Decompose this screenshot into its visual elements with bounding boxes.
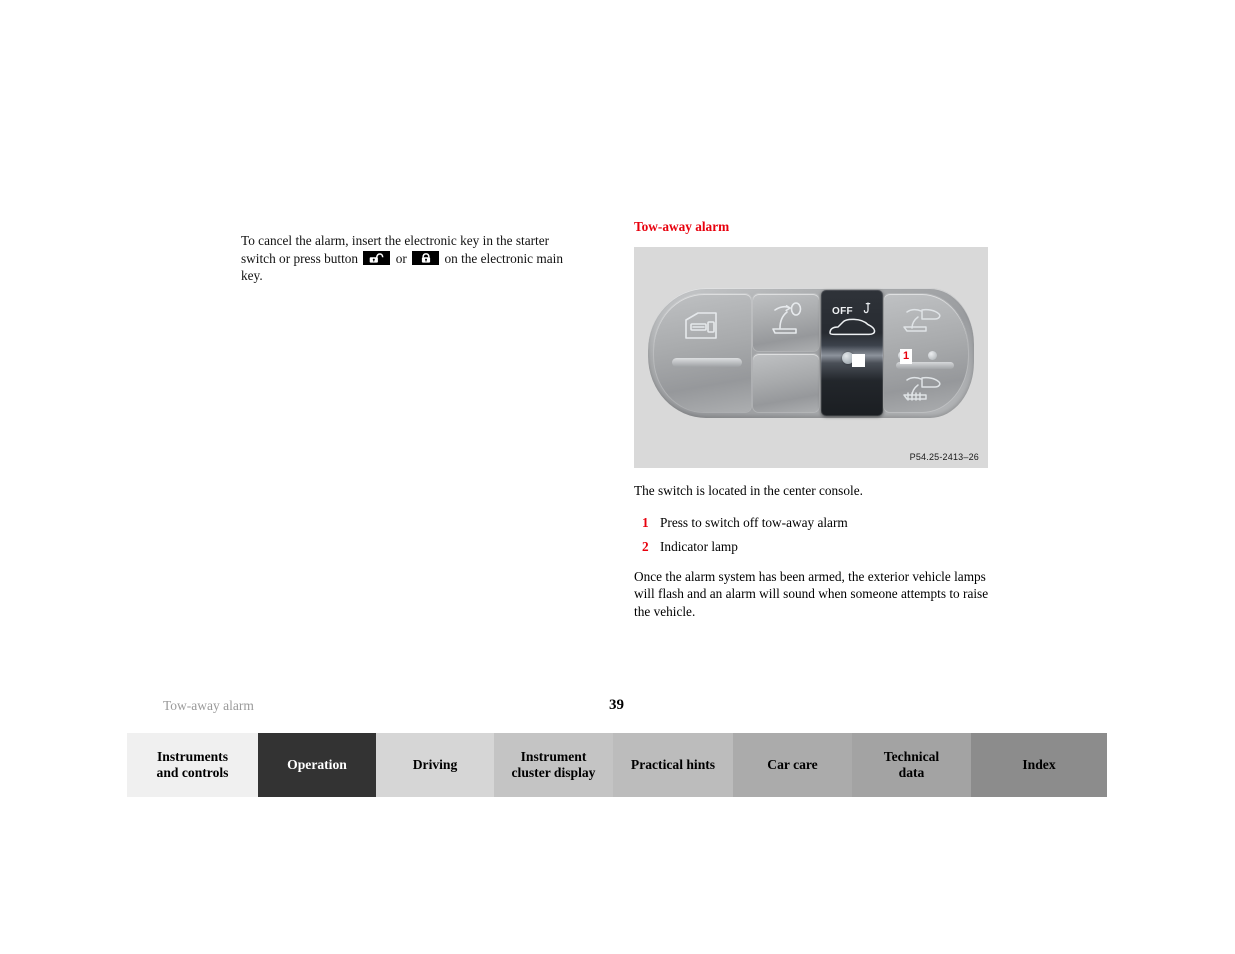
car-door-icon — [685, 312, 717, 339]
figure-reference-code: P54.25-2413–26 — [909, 452, 979, 462]
panel-door-highlight — [672, 358, 742, 367]
callout-marker-1: 1 — [900, 349, 913, 364]
chapter-tab-bar: Instruments and controls Operation Driving… — [127, 733, 1107, 797]
unlock-padlock-icon — [363, 250, 391, 265]
chapter-tab-driving[interactable]: Driving — [376, 733, 494, 797]
tow-away-alarm-switch[interactable]: OFF — [821, 290, 883, 416]
legend-number-1: 1 — [642, 514, 649, 530]
legend-item-1: 1 Press to switch off tow-away alarm — [634, 514, 989, 532]
closing-paragraph: Once the alarm system has been armed, th… — [634, 568, 989, 619]
manual-page: To cancel the alarm, insert the electron… — [0, 0, 1235, 954]
seat-indicator-dot-right — [928, 351, 937, 360]
cancel-alarm-text-mid: or — [395, 250, 407, 266]
seat-adjust-icon — [772, 302, 802, 334]
console-panel-seat-adjust — [753, 294, 819, 351]
console-panel-door — [654, 294, 751, 412]
cancel-alarm-paragraph: To cancel the alarm, insert the electron… — [241, 232, 573, 285]
legend-text-1: Press to switch off tow-away alarm — [660, 514, 848, 530]
legend-number-2: 2 — [642, 539, 649, 555]
left-text-column: To cancel the alarm, insert the electron… — [241, 219, 573, 298]
figure-legend-list: 1 Press to switch off tow-away alarm 2 I… — [634, 514, 989, 556]
car-silhouette-icon — [829, 318, 876, 336]
seat-ventilation-icon — [903, 376, 941, 401]
running-head: Tow-away alarm — [163, 698, 254, 713]
chapter-tab-index[interactable]: Index — [971, 733, 1107, 797]
legend-item-2: 2 Indicator lamp — [634, 538, 989, 556]
chapter-tab-instruments-and-controls[interactable]: Instruments and controls — [127, 733, 258, 797]
legend-text-2: Indicator lamp — [660, 539, 738, 555]
chapter-tab-practical-hints[interactable]: Practical hints — [613, 733, 733, 797]
center-console-switch-figure: OFF 1 P54.25-2413–26 — [634, 247, 988, 468]
footer-line: Tow-away alarm 39 — [163, 697, 1107, 718]
center-console-illustration: OFF 1 — [648, 288, 974, 418]
chapter-tab-car-care[interactable]: Car care — [733, 733, 852, 797]
switch-rocker-chip — [852, 354, 865, 367]
page-number: 39 — [609, 697, 624, 713]
lock-padlock-icon — [412, 250, 440, 265]
chapter-tab-technical-data[interactable]: Technical data — [852, 733, 971, 797]
figure-caption: The switch is located in the center cons… — [634, 483, 863, 498]
right-content-column: Tow-away alarm OFF 1 P54.25-2413–26 The … — [634, 219, 989, 634]
seat-heating-icon — [903, 308, 941, 332]
console-panel-seat-climate — [884, 294, 968, 412]
section-heading-tow-away-alarm: Tow-away alarm — [634, 219, 730, 234]
chapter-tab-instrument-cluster-display[interactable]: Instrument cluster display — [494, 733, 613, 797]
console-panel-blank-lower — [753, 354, 819, 412]
chapter-tab-operation[interactable]: Operation — [258, 733, 376, 797]
